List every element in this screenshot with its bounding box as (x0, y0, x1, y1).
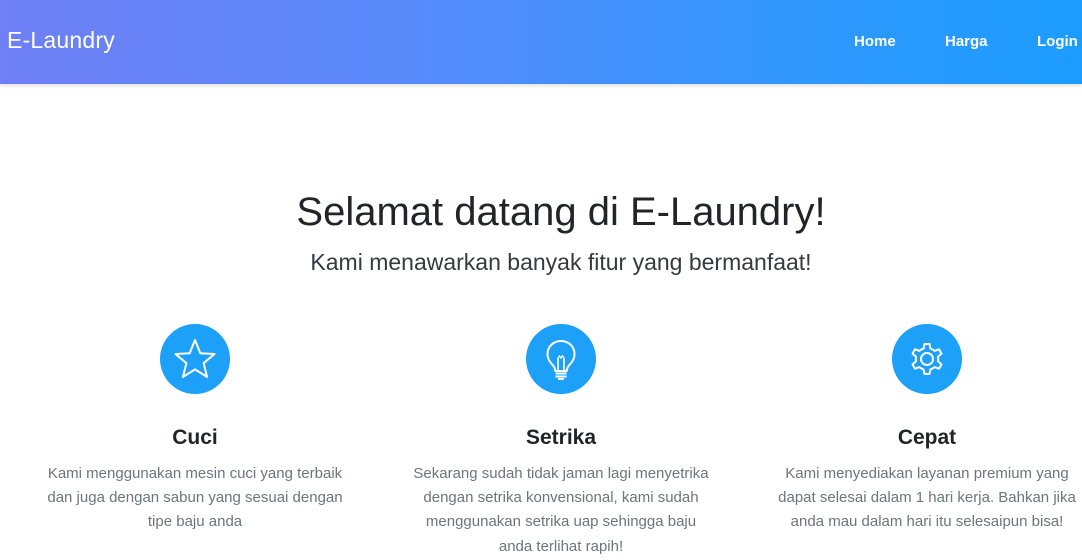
feature-title: Cuci (172, 426, 218, 449)
star-icon (160, 324, 230, 394)
feature-description: Kami menggunakan mesin cuci yang terbaik… (47, 465, 343, 531)
nav-link-harga[interactable]: Harga (945, 33, 988, 50)
feature-cuci: Cuci Kami menggunakan mesin cuci yang te… (35, 324, 355, 535)
hero-title: Selamat datang di E-Laundry! (296, 190, 826, 234)
nav-link-home[interactable]: Home (854, 33, 896, 50)
feature-title: Setrika (525, 426, 597, 449)
feature-cepat: Cepat Kami menyediakan layanan premium y… (767, 324, 1082, 535)
hero-subtitle: Kami menawarkan banyak fitur yang berman… (310, 249, 812, 275)
gear-icon (892, 324, 962, 394)
brand-logo-link[interactable]: E-Laundry (7, 27, 115, 54)
feature-description: Kami menyediakan layanan premium yang da… (778, 465, 1076, 531)
feature-title: Cepat (897, 426, 957, 449)
feature-setrika: Setrika Sekarang sudah tidak jaman lagi … (401, 324, 721, 559)
nav-link-login[interactable]: Login (1037, 33, 1078, 50)
navbar: E-Laundry Home Harga Login (0, 0, 1082, 84)
feature-description: Sekarang sudah tidak jaman lagi menyetri… (413, 465, 709, 555)
lightbulb-icon (526, 324, 596, 394)
